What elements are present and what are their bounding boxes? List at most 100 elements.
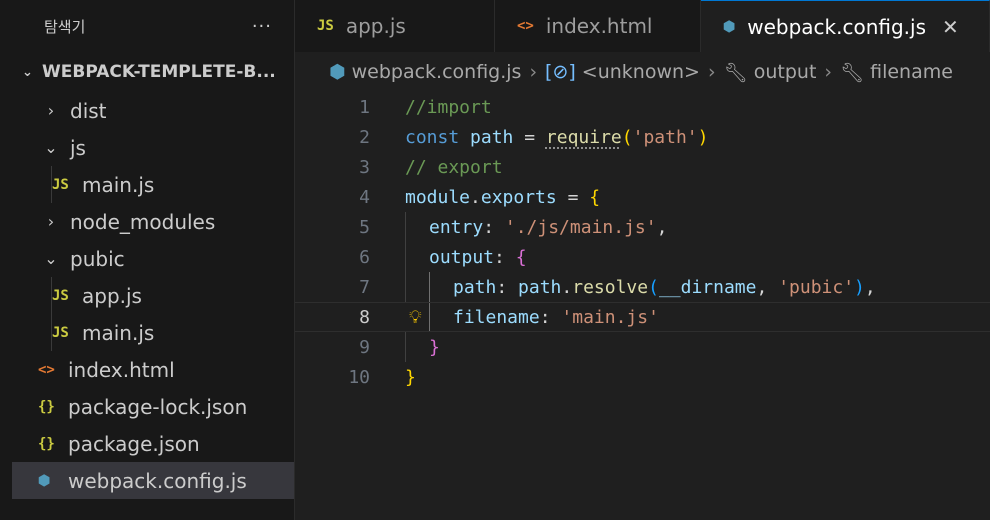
code-editor[interactable]: 1 //import 2 const path = require('path'… [295,92,990,520]
code-line-7: 7 path: path.resolve(__dirname, 'pubic')… [295,272,990,302]
variable-token: path [518,276,562,298]
line-content: entry: './js/main.js', [429,217,667,238]
bracket-token: { [589,186,601,208]
code-line-5: 5 entry: './js/main.js', [295,212,990,242]
variable-token: path [470,126,514,148]
project-folder-header[interactable]: ⌄ WEBPACK-TEMPLETE-B... [0,52,294,92]
breadcrumb-file[interactable]: webpack.config.js [352,61,522,83]
line-content: path: path.resolve(__dirname, 'pubic'), [453,277,876,298]
js-file-icon: JS [317,18,334,34]
string-token: 'main.js' [561,306,659,328]
indent-guide [51,277,52,314]
js-file-icon: JS [52,176,69,193]
line-number: 8 [359,306,370,328]
function-token: require [545,126,622,148]
code-line-2: 2 const path = require('path') [295,122,990,152]
tree-item-label: pubic [70,246,125,271]
tree-item-pubic-folder[interactable]: ⌄ pubic [0,240,294,277]
code-line-1: 1 //import [295,92,990,122]
indent-guide [405,272,406,302]
operator-token: = [513,126,546,148]
line-number: 9 [359,336,370,358]
bracket-token: ( [621,126,633,148]
tree-item-package-lock-json[interactable]: {} package-lock.json [0,388,294,425]
wrench-icon: 🔧︎ [840,61,865,84]
line-content: } [429,337,440,358]
tab-webpack-config-js[interactable]: ⬢ webpack.config.js ✕ [701,0,990,52]
indent-guide [429,272,430,302]
line-content: //import [405,97,492,118]
tree-item-app-js[interactable]: JS app.js [0,277,294,314]
tree-item-main-js[interactable]: JS main.js [0,314,294,351]
indent-guide [51,166,52,203]
tree-item-index-html[interactable]: <> index.html [0,351,294,388]
webpack-config-icon: ⬢ [329,61,346,83]
explorer-sidebar: 탐색기 ··· ⌄ WEBPACK-TEMPLETE-B... › dist ⌄… [0,0,295,520]
tab-app-js[interactable]: JS app.js [295,0,495,52]
breadcrumb-property-output[interactable]: output [754,61,817,83]
chevron-down-icon: ⌄ [44,249,58,268]
wrench-icon: 🔧︎ [723,61,748,84]
json-file-icon: {} [38,435,55,452]
tree-item-label: webpack.config.js [68,468,247,493]
code-line-9: 9 } [295,332,990,362]
bracket-token: ( [648,276,659,298]
code-line-10: 10 } [295,362,990,392]
tree-item-package-json[interactable]: {} package.json [0,425,294,462]
function-token: resolve [572,276,649,298]
close-icon[interactable]: ✕ [942,15,959,39]
explorer-title: 탐색기 [44,17,86,36]
code-line-8: 8 💡︎ filename: 'main.js' [295,302,990,332]
operator-token: , [656,216,668,238]
line-number: 7 [359,276,370,298]
lightbulb-icon[interactable]: 💡︎ [409,307,422,328]
line-content: } [405,367,416,388]
tree-item-label: js [70,135,86,160]
code-line-3: 3 // export [295,152,990,182]
line-number: 10 [348,366,370,388]
indent-guide [429,303,430,331]
breadcrumb-property-filename[interactable]: filename [870,61,953,83]
chevron-down-icon: ⌄ [44,138,58,157]
more-actions-icon[interactable]: ··· [252,16,272,37]
line-content: output: { [429,247,527,268]
tree-item-webpack-config-js[interactable]: ⬢ webpack.config.js [12,462,294,499]
keyword-token: const [405,126,460,148]
chevron-right-icon: › [824,61,832,83]
tree-item-label: app.js [82,283,142,308]
string-token: './js/main.js' [504,216,657,238]
line-number: 1 [359,96,370,118]
chevron-down-icon: ⌄ [22,64,33,80]
tree-item-node-modules[interactable]: › node_modules [0,203,294,240]
breadcrumb-symbol[interactable]: <unknown> [582,61,700,83]
operator-token: . [561,276,573,298]
breadcrumb: ⬢ webpack.config.js › [⊘] <unknown> › 🔧︎… [295,52,990,92]
tab-label: app.js [345,14,406,38]
tree-item-js-folder[interactable]: ⌄ js [0,129,294,166]
tab-index-html[interactable]: <> index.html [495,0,701,52]
code-line-6: 6 output: { [295,242,990,272]
line-content: // export [405,157,503,178]
string-token: 'path' [632,126,698,148]
tab-label: index.html [545,14,653,38]
indent-guide [51,314,52,351]
comment-token: // export [405,156,503,178]
project-name: WEBPACK-TEMPLETE-B... [42,62,276,82]
tree-item-main-js[interactable]: JS main.js [0,166,294,203]
bracket-token: ) [697,126,709,148]
string-token: 'pubic' [778,276,855,298]
bracket-token: } [405,366,416,388]
property-token: filename [453,306,540,328]
json-file-icon: {} [38,398,55,415]
symbol-variable-icon: [⊘] [545,61,576,83]
property-token: path [453,276,497,298]
code-line-4: 4 module.exports = { [295,182,990,212]
html-file-icon: <> [517,18,534,34]
chevron-right-icon: › [707,61,716,83]
bracket-token: ) [854,276,865,298]
tree-item-label: main.js [82,172,155,197]
operator-token: . [470,186,481,208]
comment-token: //import [405,96,492,118]
operator-token: : [539,306,562,328]
tree-item-dist[interactable]: › dist [0,92,294,129]
